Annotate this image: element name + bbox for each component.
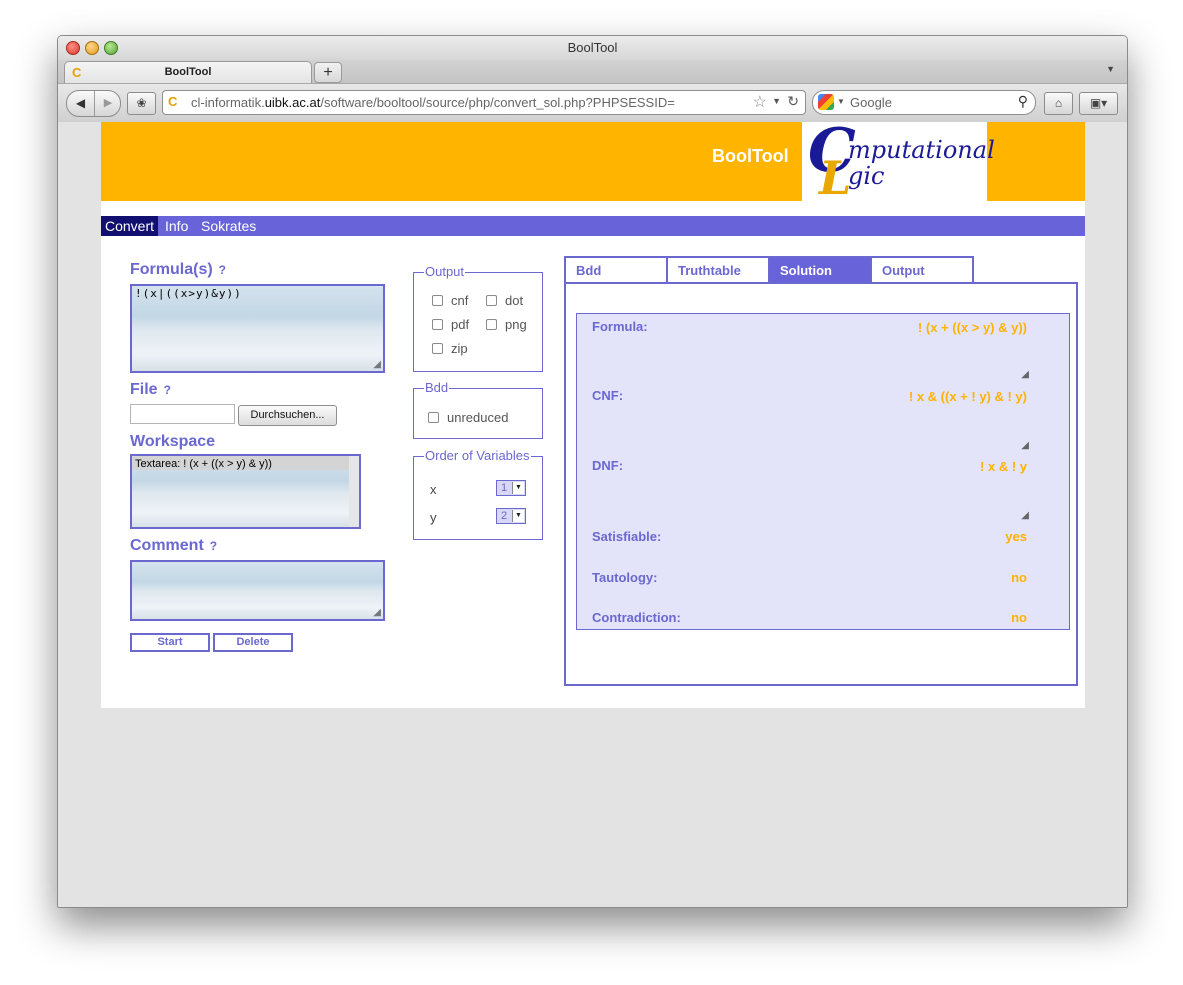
bookmarks-menu-button[interactable]: ▣▾ [1079, 92, 1118, 115]
output-option-dot[interactable]: dot [486, 293, 523, 308]
browse-button[interactable]: Durchsuchen... [238, 405, 337, 426]
png-checkbox[interactable] [486, 319, 497, 330]
new-tab-button[interactable]: + [314, 62, 342, 83]
delete-button[interactable]: Delete [213, 633, 293, 652]
resize-grip-icon[interactable]: ◢ [1021, 510, 1029, 521]
search-input[interactable]: Google [850, 95, 892, 110]
menu-item-convert[interactable]: Convert [101, 216, 159, 236]
variable-y-label: y [430, 510, 437, 525]
forward-button[interactable]: ▶ [96, 91, 120, 116]
url-text[interactable]: cl-informatik.uibk.ac.at/software/boolto… [191, 95, 675, 110]
comment-label: Comment? [130, 537, 218, 554]
tab-solution[interactable]: Solution [768, 256, 872, 283]
resize-grip-icon[interactable]: ◢ [1021, 369, 1029, 380]
search-engine-dropdown-icon[interactable]: ▼ [837, 97, 845, 106]
variable-x-order-select[interactable]: 1 ▼ [496, 480, 526, 496]
addons-button[interactable]: ❀ [127, 92, 156, 115]
tab-truthtable[interactable]: Truthtable [666, 256, 770, 283]
site-favicon-icon: C [168, 94, 178, 109]
chevron-down-icon: ▼ [512, 510, 524, 522]
window-title: BoolTool [567, 40, 618, 55]
dnf-value: ! x & ! y [980, 459, 1027, 474]
browser-tab[interactable]: C BoolTool [64, 61, 312, 84]
resize-grip-icon[interactable]: ◢ [1021, 440, 1029, 451]
tautology-value: no [1011, 570, 1027, 585]
file-help-link[interactable]: ? [164, 383, 171, 397]
output-option-pdf[interactable]: pdf [432, 317, 469, 332]
url-bar[interactable]: C cl-informatik.uibk.ac.at/software/bool… [162, 90, 806, 115]
history-dropdown-icon[interactable]: ▼ [772, 96, 781, 106]
navigation-bar: ◀ ▶ ❀ C cl-informatik.uibk.ac.at/softwar… [58, 83, 1127, 123]
cnf-checkbox[interactable] [432, 295, 443, 306]
tab-output[interactable]: Output [870, 256, 974, 283]
file-label: File? [130, 381, 171, 398]
booltool-page: BoolTool C L mputational gic Convert Inf… [101, 116, 1085, 708]
bookmark-star-icon[interactable]: ☆ [753, 92, 767, 112]
order-legend: Order of Variables [424, 448, 531, 463]
back-button[interactable]: ◀ [67, 91, 95, 116]
site-menu: Convert Info Sokrates [101, 216, 1085, 236]
start-button[interactable]: Start [130, 633, 210, 652]
output-legend: Output [424, 264, 466, 279]
cnf-label: CNF: [592, 388, 624, 403]
formula-result-label: Formula: [592, 319, 648, 334]
order-fieldset: Order of Variables x 1 ▼ y 2 ▼ [413, 448, 543, 540]
tab-strip: C BoolTool + ▼ [58, 60, 1127, 84]
bdd-option-unreduced[interactable]: unreduced [428, 410, 508, 425]
pdf-checkbox[interactable] [432, 319, 443, 330]
search-bar[interactable]: ▼ Google ⚲ [812, 90, 1036, 115]
formula-label: Formula(s)? [130, 261, 227, 278]
search-icon[interactable]: ⚲ [1018, 93, 1028, 110]
formula-help-link[interactable]: ? [219, 263, 226, 277]
file-path-field[interactable] [130, 404, 235, 424]
comment-textarea[interactable]: ◢ [130, 560, 385, 621]
resize-grip-icon[interactable]: ◢ [373, 607, 381, 618]
result-panel: Formula: ! (x + ((x > y) & y)) ◢ CNF: ! … [564, 282, 1078, 686]
satisfiable-label: Satisfiable: [592, 529, 662, 544]
browser-window: BoolTool C BoolTool + ▼ ◀ ▶ ❀ C cl-infor… [57, 35, 1128, 908]
bdd-fieldset: Bdd unreduced [413, 380, 543, 439]
variable-x-label: x [430, 482, 437, 497]
comment-help-link[interactable]: ? [210, 539, 217, 553]
dot-checkbox[interactable] [486, 295, 497, 306]
contradiction-label: Contradiction: [592, 610, 681, 625]
unreduced-checkbox[interactable] [428, 412, 439, 423]
formula-result-value: ! (x + ((x > y) & y)) [917, 320, 1027, 335]
google-icon[interactable] [818, 94, 834, 110]
formula-textarea[interactable]: !(x|((x>y)&y)) ◢ [130, 284, 385, 373]
zip-checkbox[interactable] [432, 343, 443, 354]
tautology-label: Tautology: [592, 570, 658, 585]
output-option-png[interactable]: png [486, 317, 527, 332]
contradiction-value: no [1011, 610, 1027, 625]
output-option-zip[interactable]: zip [432, 341, 468, 356]
tab-bdd[interactable]: Bdd [564, 256, 668, 283]
chevron-down-icon: ▼ [512, 482, 524, 494]
workspace-list[interactable]: Textarea: ! (x + ((x > y) & y)) [130, 454, 361, 529]
computational-logic-logo[interactable]: C L mputational gic [802, 116, 995, 205]
workspace-label: Workspace [130, 433, 216, 450]
reload-icon[interactable]: ↻ [787, 93, 799, 110]
cnf-value: ! x & ((x + ! y) & ! y) [908, 389, 1027, 404]
dnf-label: DNF: [592, 458, 624, 473]
tab-title: BoolTool [164, 66, 212, 78]
site-title: BoolTool [712, 146, 789, 166]
title-bar: BoolTool [58, 36, 1127, 60]
site-header: BoolTool C L mputational gic [101, 116, 1085, 205]
output-option-cnf[interactable]: cnf [432, 293, 468, 308]
tab-list-icon[interactable]: ▼ [1106, 64, 1115, 74]
satisfiable-value: yes [1005, 529, 1027, 544]
browser-content: BoolTool C L mputational gic Convert Inf… [58, 116, 1127, 907]
workspace-item[interactable]: Textarea: ! (x + ((x > y) & y)) [132, 456, 349, 470]
menu-item-sokrates[interactable]: Sokrates [197, 216, 260, 236]
variable-y-order-select[interactable]: 2 ▼ [496, 508, 526, 524]
output-fieldset: Output cnf dot pdf png zip [413, 264, 543, 372]
menu-item-info[interactable]: Info [161, 216, 192, 236]
resize-grip-icon[interactable]: ◢ [373, 359, 381, 370]
back-forward-group: ◀ ▶ [66, 90, 121, 117]
workspace-scrollbar[interactable] [349, 456, 359, 527]
home-button[interactable]: ⌂ [1044, 92, 1073, 115]
solution-box: Formula: ! (x + ((x > y) & y)) ◢ CNF: ! … [576, 313, 1070, 630]
bdd-legend: Bdd [424, 380, 450, 395]
